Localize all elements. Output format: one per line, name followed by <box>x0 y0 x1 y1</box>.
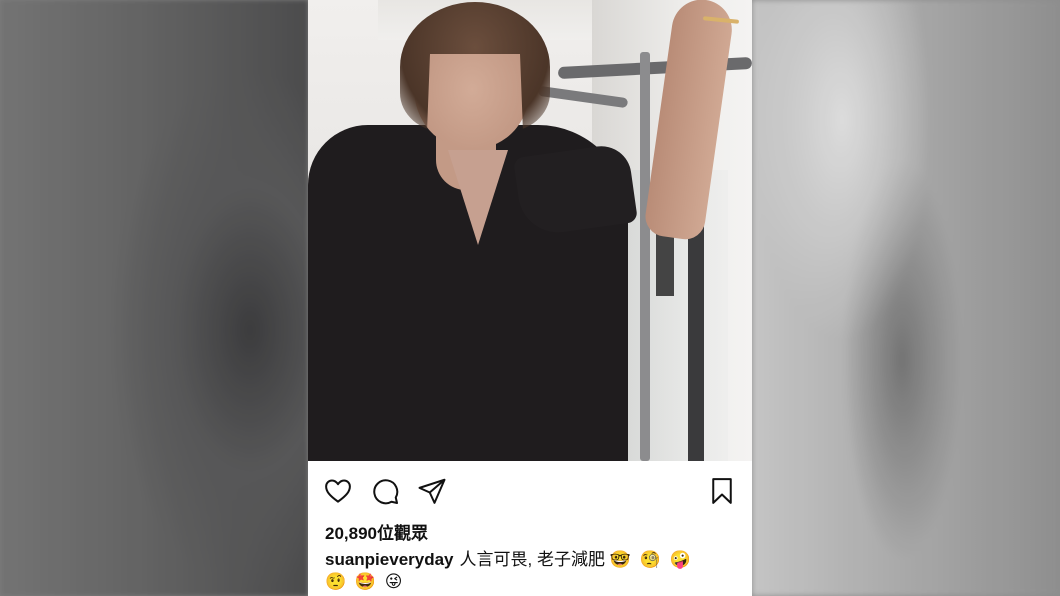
caption-text: 人言可畏, 老子減肥 <box>459 550 605 569</box>
photo-v-neckline <box>448 150 508 245</box>
view-count[interactable]: 20,890位觀眾 <box>325 519 428 544</box>
post-video-frame[interactable] <box>308 0 752 461</box>
instagram-post: 20,890位觀眾 suanpieveryday 人言可畏, 老子減肥 🤓 🧐 🤪… <box>308 0 752 596</box>
post-action-bar <box>308 461 752 517</box>
caption-emojis-line2: 🤨 🤩 😜 <box>325 572 405 591</box>
heart-icon[interactable] <box>322 475 354 507</box>
post-caption: suanpieveryday 人言可畏, 老子減肥 🤓 🧐 🤪 🤨 🤩 😜 <box>325 549 745 593</box>
paper-plane-icon[interactable] <box>416 475 448 507</box>
bookmark-icon[interactable] <box>706 475 738 507</box>
username-link[interactable]: suanpieveryday <box>325 550 454 569</box>
photo-machine-pole <box>640 52 650 461</box>
background-shade-left <box>0 0 308 596</box>
photo-weight-plate-2 <box>656 232 674 296</box>
comment-bubble-icon[interactable] <box>369 475 401 507</box>
caption-emojis: 🤓 🧐 🤪 <box>609 550 693 569</box>
photo-shirt-sleeve <box>512 142 639 238</box>
background-shade-right <box>752 0 1060 596</box>
